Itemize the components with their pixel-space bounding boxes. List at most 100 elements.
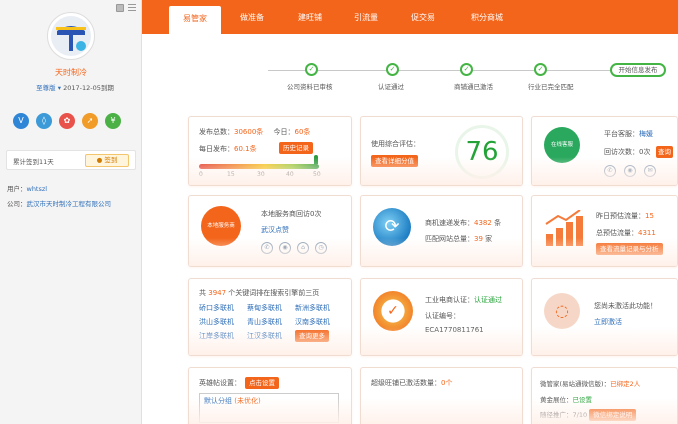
qq-icon[interactable]: ◉ [624, 165, 636, 177]
step-4-label: 行业已完全匹配 [528, 83, 574, 91]
company-label: 公司： [7, 200, 27, 208]
local-clock-icon[interactable]: ◷ [315, 242, 327, 254]
bar-growth-icon [545, 210, 583, 246]
sidebar-lock-icon[interactable] [116, 4, 124, 12]
cert-line: 工业电商认证：认证通过 [425, 295, 502, 305]
super-shop-card: 超级旺铺已激活数量：0个 [360, 367, 523, 424]
user-label: 用户： [7, 185, 27, 193]
promo-line: 随径推广：7/10 微信绑定说明 [540, 409, 637, 421]
business-traffic-card: ⟳ 商机速递发布：4382 条 匹配网站总量：39 家 [360, 195, 523, 267]
gauge-tick-50: 50 [313, 171, 321, 178]
tab-yiguanjia[interactable]: 易管家 [169, 6, 221, 34]
traffic-estimate-card: 昨日预估流量：15 总预估流量：4311 查看流量记录与分析 [531, 195, 678, 267]
service-name: 梅媛 [639, 130, 653, 138]
company-logo[interactable] [47, 12, 95, 60]
tab-cujiaoyi[interactable]: 促交易 [399, 0, 447, 34]
keyword-count: 3947 [208, 289, 227, 297]
cert-seal-icon: ✓ [373, 291, 413, 331]
keyword-link[interactable]: 青山多联机 [247, 317, 282, 327]
sidebar-menu-icon[interactable] [128, 4, 136, 12]
keyword-link[interactable]: 硚口多联机 [199, 303, 234, 313]
company-line: 公司：武汉市天时制冷工程有限公司 [7, 198, 111, 208]
wx-manager-label: 微管家(易站通微信版)： [540, 380, 611, 388]
gauge-tick-15: 15 [227, 171, 235, 178]
local-qq-icon[interactable]: ◉ [279, 242, 291, 254]
shield-badge-icon[interactable]: ◊ [36, 113, 52, 129]
hero-group-default: 默认分组 [204, 397, 232, 405]
cert-code-value: ECA1770811761 [425, 326, 484, 334]
keyword-link[interactable]: 江汉多联机 [247, 331, 282, 341]
wx-manager-line: 微管家(易站通微信版)：已绑定2人 [540, 378, 640, 388]
tab-zuozhunbei[interactable]: 做准备 [228, 0, 276, 34]
expiry-date: 2017-12-05到期 [63, 84, 114, 92]
phone-icon[interactable]: ✆ [604, 165, 616, 177]
tab-jianwangpu[interactable]: 建旺铺 [286, 0, 334, 34]
daily-value: 60.1条 [234, 145, 257, 153]
traffic-line-2: 匹配网站总量：39 家 [425, 234, 492, 244]
wechat-activate-link[interactable]: 立即激活 [594, 317, 622, 327]
score-card: 使用综合评估： 查看详细分值 76 [360, 116, 523, 186]
local-service-icon[interactable]: 本地服务商 [201, 206, 241, 246]
flow-record-button[interactable]: 查看流量记录与分析 [596, 243, 663, 255]
v-badge-icon[interactable]: V [13, 113, 29, 129]
local-home-icon[interactable]: ⌂ [297, 242, 309, 254]
gauge-marker-icon [314, 155, 318, 164]
chat-icon[interactable]: ✉ [644, 165, 656, 177]
medal-badge-icon[interactable]: ✿ [59, 113, 75, 129]
hero-post-set-button[interactable]: 点击设置 [245, 377, 279, 389]
tab-points-mall[interactable]: 积分商城 [458, 0, 516, 34]
super-shop-line: 超级旺铺已激活数量：0个 [371, 378, 452, 388]
cert-code-label: 认证编号： [425, 312, 460, 320]
score-detail-button[interactable]: 查看详细分值 [371, 155, 418, 167]
score-value: 76 [465, 137, 499, 167]
gauge-tick-30: 30 [257, 171, 265, 178]
keyword-link[interactable]: 洪山多联机 [199, 317, 234, 327]
wechat-activation-card: ◌ 您尚未激活此功能！ 立即激活 [531, 278, 678, 356]
start-publish-button[interactable]: 开始信息发布 [610, 63, 666, 77]
keyword-ranking-card: 共 3947 个关键词排在搜索引擎前三页 硚口多联机 蔡甸多联机 新洲多联机 洪… [188, 278, 352, 356]
traffic-unit-2: 家 [485, 235, 493, 243]
keyword-more-button[interactable]: 查询更多 [295, 330, 329, 342]
daily-line: 每日发布：60.1条 [199, 144, 257, 154]
tab-yinliuliang[interactable]: 引流量 [342, 0, 390, 34]
visits-label: 回访次数： [604, 148, 639, 156]
edition-arrow-icon: ▾ [57, 84, 61, 92]
wechat-icon[interactable]: ◌ [544, 293, 580, 329]
user-value: whtszl [26, 185, 48, 193]
gold-label: 黄金展位： [540, 396, 573, 404]
local-service-link[interactable]: 武汉点赞 [261, 225, 289, 235]
wechat-bind-guide-button[interactable]: 微信绑定说明 [589, 409, 637, 421]
history-button[interactable]: 历史记录 [279, 142, 313, 154]
traffic-value-2: 39 [474, 235, 483, 243]
edition-link[interactable]: 至尊版 [36, 84, 56, 92]
yesterday-label: 昨日预估流量： [596, 212, 645, 220]
keyword-summary: 共 3947 个关键词排在搜索引擎前三页 [199, 288, 319, 298]
keyword-link[interactable]: 汉南多联机 [295, 317, 330, 327]
today-label: 今日： [273, 128, 295, 136]
checkin-button[interactable]: ● 签到 [85, 154, 129, 167]
service-line: 平台客服：梅媛 [604, 129, 653, 139]
hero-group-textarea[interactable]: 默认分组 (未优化) [199, 393, 339, 423]
traffic-label-1: 商机速递发布： [425, 219, 474, 227]
keyword-link[interactable]: 新洲多联机 [295, 303, 330, 313]
service-avatar-icon[interactable]: 在线客服 [544, 127, 580, 163]
rocket-badge-icon[interactable]: ➚ [82, 113, 98, 129]
top-nav: 易管家 做准备 建旺铺 引流量 促交易 积分商城 [142, 0, 678, 34]
local-service-card: 本地服务商 本地服务商回访0次 武汉点赞 ✆ ◉ ⌂ ◷ [188, 195, 352, 267]
yuan-badge-icon[interactable]: ¥ [105, 113, 121, 129]
promo-label: 随径推广： [540, 411, 573, 419]
service-label: 平台客服： [604, 130, 639, 138]
main-content: ✓ ✓ ✓ ✓ 公司资料已审核 认证通过 商铺通已激活 行业已完全匹配 开始信息… [142, 34, 678, 424]
step-2-check-icon: ✓ [386, 63, 399, 76]
service-avatar-label: 在线客服 [550, 142, 573, 148]
checkin-button-label: 签到 [104, 156, 118, 164]
keyword-link[interactable]: 蔡甸多联机 [247, 303, 282, 313]
traffic-value-1: 4382 [474, 219, 492, 227]
total-flow-line: 总预估流量：4311 [596, 228, 656, 238]
keyword-link[interactable]: 江岸多联机 [199, 331, 234, 341]
step-1-check-icon: ✓ [305, 63, 318, 76]
visits-query-button[interactable]: 查询 [656, 146, 673, 158]
today-value: 60条 [294, 128, 311, 136]
score-label: 使用综合评估： [371, 140, 420, 148]
local-phone-icon[interactable]: ✆ [261, 242, 273, 254]
